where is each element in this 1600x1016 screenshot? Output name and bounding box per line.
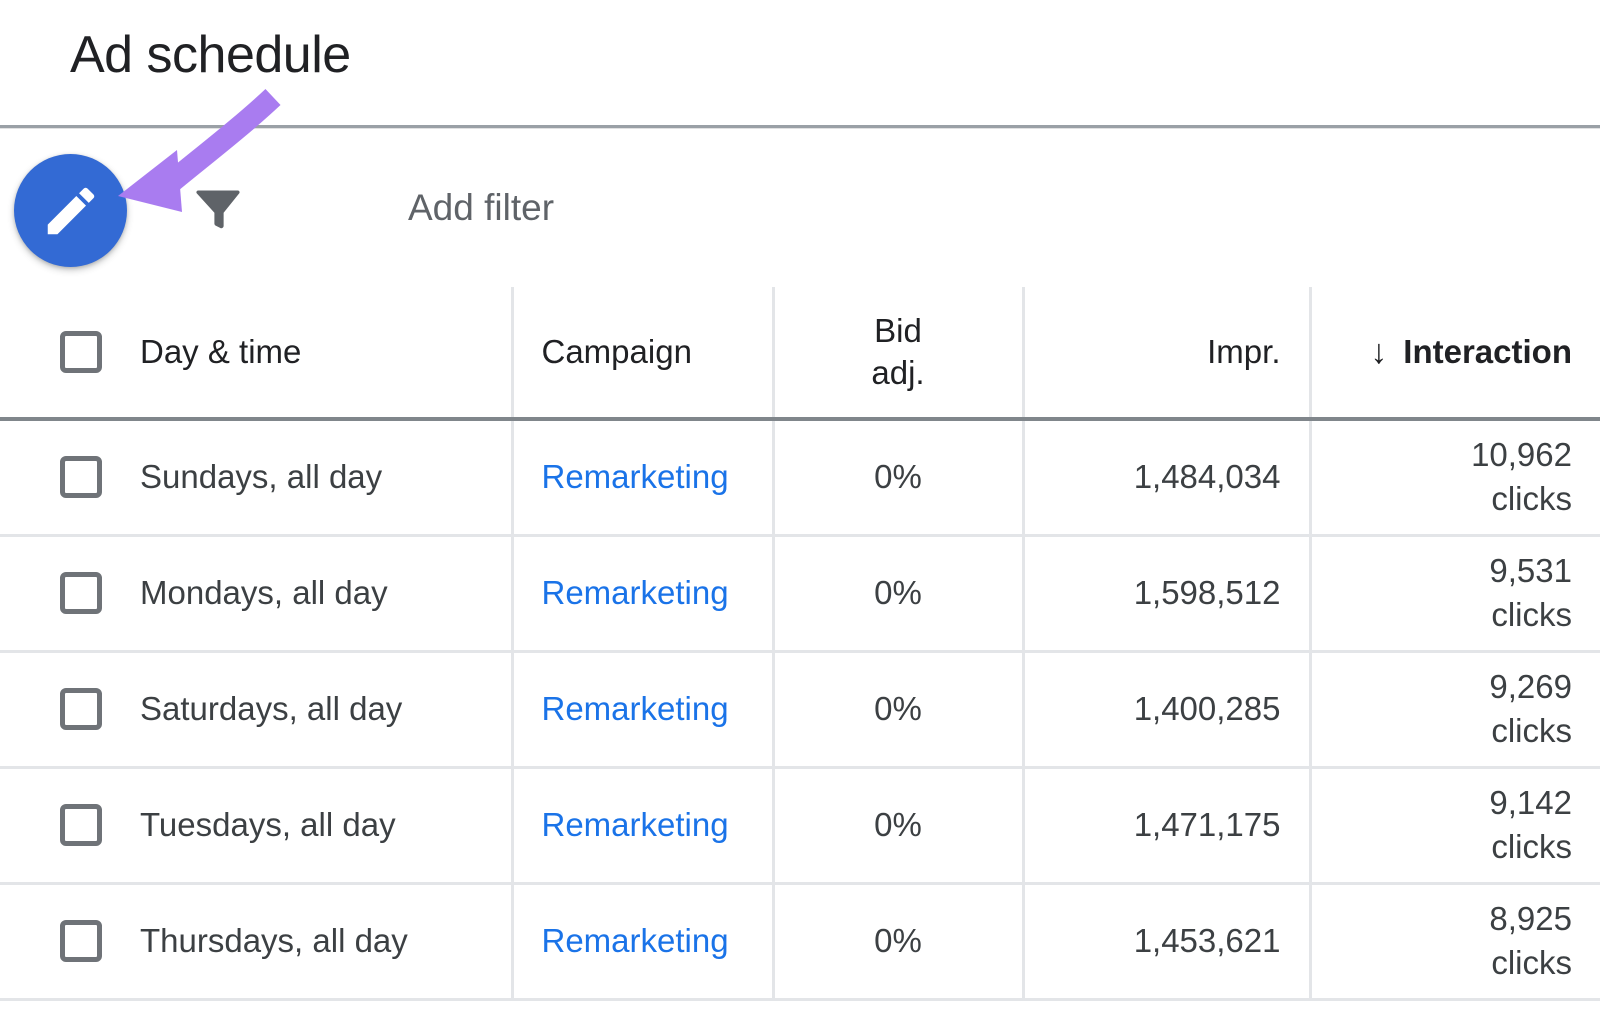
column-header-label-bid: Bid adj. (871, 310, 924, 394)
campaign-link[interactable]: Remarketing (514, 458, 772, 496)
add-filter-button[interactable]: Add filter (408, 182, 554, 234)
cell-bid-adj: 0% (773, 419, 1023, 535)
data-table-container: Day & time Campaign Bid adj. (0, 287, 1600, 1001)
cell-bid-adj: 0% (773, 535, 1023, 651)
row-checkbox[interactable] (60, 920, 102, 962)
filter-icon-button[interactable] (188, 176, 248, 242)
column-header-bid-adj[interactable]: Bid adj. (773, 287, 1023, 419)
page-header: Ad schedule (0, 0, 1600, 126)
campaign-link[interactable]: Remarketing (514, 574, 772, 612)
cell-impr: 1,471,175 (1023, 767, 1310, 883)
cell-campaign: Remarketing (512, 767, 773, 883)
cell-bid-adj: 0% (773, 651, 1023, 767)
cell-bid-adj: 0% (773, 767, 1023, 883)
campaign-link[interactable]: Remarketing (514, 806, 772, 844)
cell-bid-adj: 0% (773, 883, 1023, 999)
cell-impr: 1,484,034 (1023, 419, 1310, 535)
column-header-label-day: Day & time (140, 331, 301, 373)
campaign-link[interactable]: Remarketing (514, 922, 772, 960)
interaction-value: 9,142 clicks (1312, 781, 1573, 869)
row-day-label: Saturdays, all day (140, 690, 402, 728)
cell-impr: 1,453,621 (1023, 883, 1310, 999)
column-header-campaign[interactable]: Campaign (512, 287, 773, 419)
row-checkbox[interactable] (60, 804, 102, 846)
cell-interaction: 10,962 clicks (1310, 419, 1600, 535)
cell-day-time: Mondays, all day (0, 535, 512, 651)
cell-interaction: 9,269 clicks (1310, 651, 1600, 767)
cell-day-time: Saturdays, all day (0, 651, 512, 767)
column-header-interaction[interactable]: ↓ Interaction (1310, 287, 1600, 419)
cell-day-time: Sundays, all day (0, 419, 512, 535)
cell-campaign: Remarketing (512, 883, 773, 999)
campaign-link[interactable]: Remarketing (514, 690, 772, 728)
page-title: Ad schedule (70, 22, 351, 88)
column-header-label-impr: Impr. (1207, 331, 1280, 373)
select-all-checkbox[interactable] (60, 331, 102, 373)
cell-campaign: Remarketing (512, 535, 773, 651)
row-checkbox[interactable] (60, 688, 102, 730)
cell-day-time: Thursdays, all day (0, 883, 512, 999)
table-row[interactable]: Thursdays, all day Remarketing 0% 1,453,… (0, 883, 1600, 999)
interaction-value: 10,962 clicks (1312, 433, 1573, 521)
edit-button[interactable] (14, 154, 127, 267)
column-header-label-interaction: Interaction (1403, 331, 1572, 373)
column-header-label-campaign: Campaign (542, 331, 692, 373)
table-row[interactable]: Sundays, all day Remarketing 0% 1,484,03… (0, 419, 1600, 535)
cell-campaign: Remarketing (512, 419, 773, 535)
interaction-value: 9,531 clicks (1312, 549, 1573, 637)
interaction-value: 8,925 clicks (1312, 897, 1573, 985)
pencil-icon (40, 180, 102, 242)
interaction-value: 9,269 clicks (1312, 665, 1573, 753)
row-day-label: Tuesdays, all day (140, 806, 396, 844)
app-root: Ad schedule Add filter (0, 0, 1600, 1016)
row-day-label: Sundays, all day (140, 458, 382, 496)
table-head: Day & time Campaign Bid adj. (0, 287, 1600, 419)
row-checkbox[interactable] (60, 572, 102, 614)
cell-day-time: Tuesdays, all day (0, 767, 512, 883)
toolbar: Add filter (0, 129, 1600, 287)
cell-interaction: 8,925 clicks (1310, 883, 1600, 999)
cell-impr: 1,400,285 (1023, 651, 1310, 767)
row-day-label: Thursdays, all day (140, 922, 408, 960)
sort-descending-arrow-icon: ↓ (1370, 335, 1387, 369)
ad-schedule-table: Day & time Campaign Bid adj. (0, 287, 1600, 1001)
cell-interaction: 9,142 clicks (1310, 767, 1600, 883)
table-row[interactable]: Saturdays, all day Remarketing 0% 1,400,… (0, 651, 1600, 767)
cell-impr: 1,598,512 (1023, 535, 1310, 651)
cell-campaign: Remarketing (512, 651, 773, 767)
column-header-day-time[interactable]: Day & time (0, 287, 512, 419)
table-body: Sundays, all day Remarketing 0% 1,484,03… (0, 419, 1600, 999)
table-header-row: Day & time Campaign Bid adj. (0, 287, 1600, 419)
cell-interaction: 9,531 clicks (1310, 535, 1600, 651)
row-day-label: Mondays, all day (140, 574, 388, 612)
table-row[interactable]: Tuesdays, all day Remarketing 0% 1,471,1… (0, 767, 1600, 883)
funnel-filter-icon (191, 179, 245, 240)
column-header-impr[interactable]: Impr. (1023, 287, 1310, 419)
row-checkbox[interactable] (60, 456, 102, 498)
table-row[interactable]: Mondays, all day Remarketing 0% 1,598,51… (0, 535, 1600, 651)
